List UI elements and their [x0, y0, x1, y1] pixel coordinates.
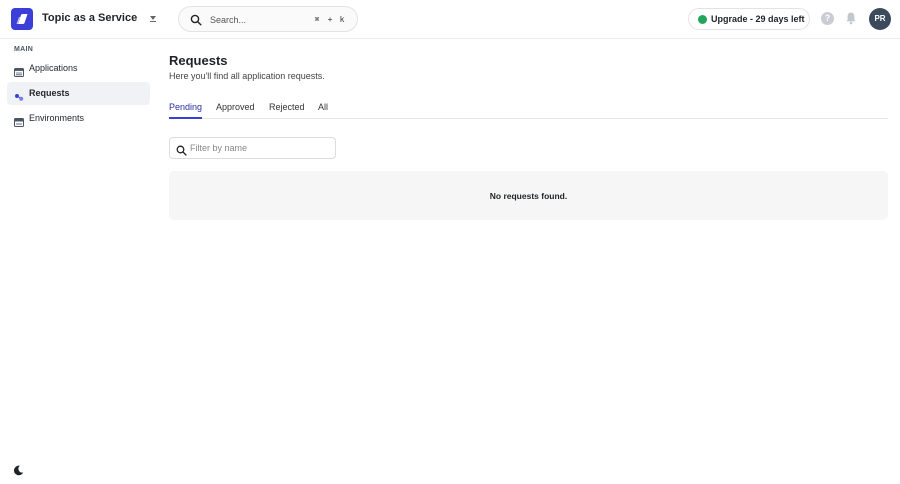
tab-pending[interactable]: Pending [169, 102, 203, 119]
shortcut-key: k [339, 15, 345, 24]
user-avatar[interactable]: PR [869, 8, 891, 30]
tab-all[interactable]: All [318, 102, 328, 117]
app-logo-icon[interactable] [11, 8, 33, 30]
environments-icon [14, 114, 24, 132]
empty-state-message: No requests found. [489, 191, 568, 201]
page-subtitle: Here you'll find all application request… [169, 71, 325, 81]
sidebar-item-label: Environments [29, 113, 85, 123]
page-title: Requests [169, 53, 228, 68]
tab-approved[interactable]: Approved [216, 102, 255, 117]
sidebar-item-applications[interactable]: Applications [7, 57, 150, 80]
search-placeholder: Search... [210, 15, 247, 25]
upgrade-button[interactable]: Upgrade - 29 days left [688, 8, 810, 30]
search-icon [190, 13, 202, 31]
sidebar-item-label: Applications [29, 63, 78, 73]
tab-rejected[interactable]: Rejected [269, 102, 305, 117]
sidebar-item-requests[interactable]: Requests [7, 82, 150, 105]
filter-field[interactable] [169, 137, 336, 159]
requests-icon [14, 89, 24, 107]
search-icon [176, 143, 187, 161]
shortcut-key: ⌘ [314, 15, 320, 24]
sidebar-item-environments[interactable]: Environments [7, 107, 150, 130]
chevron-down-icon[interactable] [146, 12, 160, 26]
sidebar: MAIN Applications Requests Environments [0, 39, 160, 484]
sidebar-item-label: Requests [29, 88, 70, 98]
global-search[interactable]: Search... ⌘ + k [178, 6, 358, 32]
request-tabs: Pending Approved Rejected All [169, 98, 888, 119]
shortcut-key: + [327, 15, 333, 24]
app-title: Topic as a Service [42, 12, 138, 24]
applications-icon [14, 64, 24, 82]
status-dot-icon [698, 15, 707, 24]
top-header: Topic as a Service Search... ⌘ + k Upgra… [0, 0, 900, 39]
sidebar-section-label: MAIN [14, 46, 34, 53]
filter-input[interactable] [190, 141, 330, 155]
empty-state-panel: No requests found. [169, 171, 888, 220]
help-icon[interactable]: ? [821, 12, 834, 25]
dark-mode-toggle-icon[interactable] [9, 461, 27, 479]
bell-icon[interactable] [845, 11, 857, 30]
upgrade-label: Upgrade - 29 days left [711, 14, 805, 24]
